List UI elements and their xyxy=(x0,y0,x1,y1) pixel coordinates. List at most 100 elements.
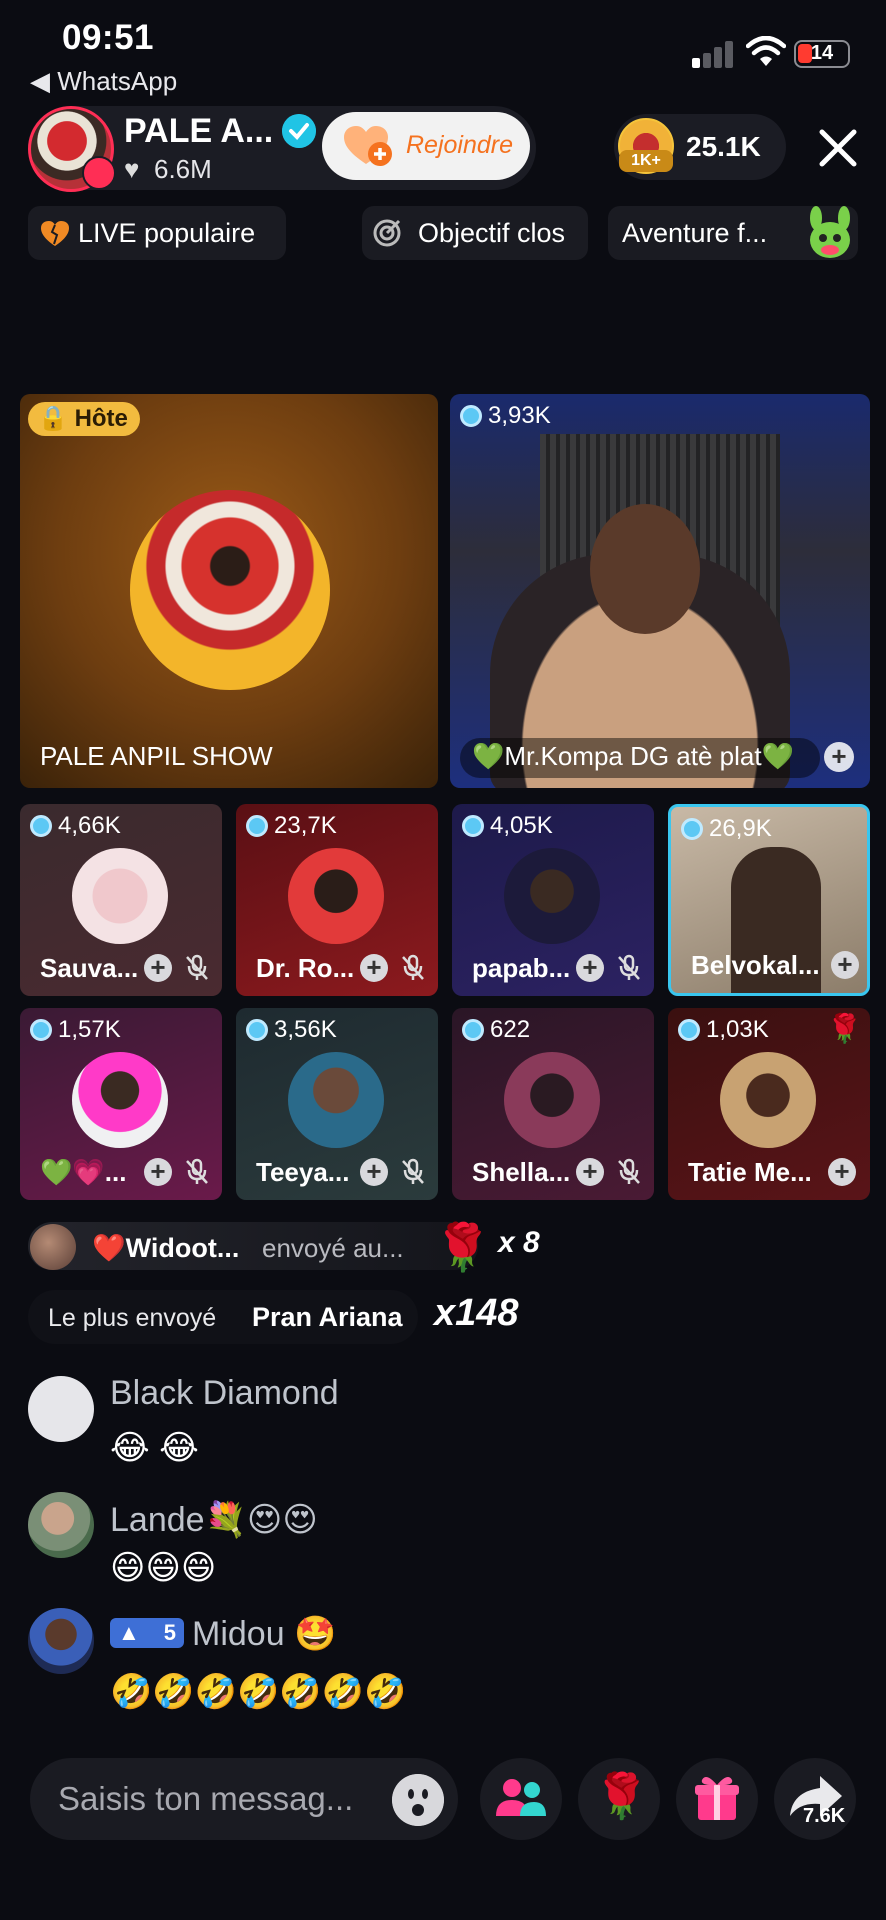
comment-avatar[interactable] xyxy=(28,1376,94,1442)
mic-off-icon xyxy=(82,156,116,190)
host-name[interactable]: PALE A... xyxy=(124,112,273,151)
gift-action: envoyé au... xyxy=(262,1233,404,1263)
comment-author[interactable]: Black Diamond xyxy=(110,1374,339,1413)
guest-avatar[interactable] xyxy=(288,1052,384,1148)
host-tile[interactable]: 🔒 Hôte PALE ANPIL SHOW xyxy=(20,394,438,788)
add-guest-icon[interactable]: + xyxy=(831,951,859,979)
live-popular-chip[interactable]: LIVE populaire xyxy=(28,206,286,260)
rose-gift-button[interactable]: 🌹 xyxy=(578,1758,660,1840)
guest-tile[interactable]: 1,57K 💚💗... + xyxy=(20,1008,222,1200)
guest-name: Tatie Me... xyxy=(688,1157,812,1187)
guest-tile[interactable]: 1,03K 🌹 Tatie Me... + xyxy=(668,1008,870,1200)
close-icon[interactable] xyxy=(814,124,862,172)
diamond-icon xyxy=(681,818,703,840)
comment-author[interactable]: Lande💐😍😍 xyxy=(110,1500,318,1540)
host-big-avatar[interactable] xyxy=(130,490,330,690)
guest-avatar[interactable] xyxy=(72,848,168,944)
goal-label: Objectif clos xyxy=(418,218,566,248)
guest-tile[interactable]: 26,9K Belvokal... + xyxy=(668,804,870,996)
top-sent-label: Le plus envoyé xyxy=(48,1304,217,1332)
emoji-icon[interactable] xyxy=(392,1774,444,1826)
viewer-count[interactable]: 25.1K xyxy=(686,131,761,163)
guest-count: 4,66K xyxy=(30,812,121,840)
share-count: 7.6K xyxy=(803,1805,846,1827)
rose-icon: 🌹 xyxy=(434,1221,492,1273)
mic-off-icon xyxy=(402,954,424,980)
featured-count-value: 3,93K xyxy=(488,402,551,429)
add-guest-icon[interactable]: + xyxy=(144,1158,172,1186)
live-popular-label: LIVE populaire xyxy=(78,218,256,248)
mic-off-icon xyxy=(186,1158,208,1184)
guest-tile[interactable]: 23,7K Dr. Ro... + xyxy=(236,804,438,996)
level-badge: ▲ 5 xyxy=(110,1618,184,1648)
add-guest-icon[interactable]: + xyxy=(576,1158,604,1186)
wifi-icon xyxy=(746,36,786,66)
add-guest-button[interactable]: + xyxy=(824,742,854,772)
guest-tile[interactable]: 3,56K Teeya... + xyxy=(236,1008,438,1200)
add-guest-icon[interactable]: + xyxy=(144,954,172,982)
comment-text: 😄😄😄 xyxy=(110,1549,217,1587)
top-sent-multiplier: x148 xyxy=(434,1292,519,1334)
diamond-icon xyxy=(462,815,484,837)
host-tag: 🔒 Hôte xyxy=(28,402,140,436)
diamond-icon xyxy=(460,405,482,427)
host-tag-label: Hôte xyxy=(74,405,128,432)
guest-tile[interactable]: 622 Shella... + xyxy=(452,1008,654,1200)
guest-count-value: 4,66K xyxy=(58,812,121,839)
guest-count-value: 3,56K xyxy=(274,1016,337,1043)
guest-count-value: 1,03K xyxy=(706,1016,769,1043)
level-value: 5 xyxy=(163,1620,176,1645)
battery-icon: 14 xyxy=(794,40,850,68)
guest-count-value: 622 xyxy=(490,1016,531,1043)
guest-tile[interactable]: 4,05K papab... + xyxy=(452,804,654,996)
guest-name: Teeya... xyxy=(256,1157,350,1187)
mic-off-icon xyxy=(618,954,640,980)
featured-count: 3,93K xyxy=(460,402,551,430)
join-heart-icon xyxy=(344,126,392,166)
guest-tile[interactable]: 4,66K Sauva... + xyxy=(20,804,222,996)
guest-name: papab... xyxy=(472,953,571,983)
featured-guest-tile[interactable]: 3,93K 💚Mr.Kompa DG atè plat💚 + xyxy=(450,394,870,788)
comment-text: 😂 😂 xyxy=(110,1429,199,1467)
add-guest-icon[interactable]: + xyxy=(360,1158,388,1186)
mic-off-icon xyxy=(186,954,208,980)
diamond-icon xyxy=(462,1019,484,1041)
add-guest-icon[interactable]: + xyxy=(360,954,388,982)
gift-icon xyxy=(695,1776,739,1820)
top-sent-name: Pran Ariana xyxy=(252,1302,403,1332)
guest-avatar[interactable] xyxy=(288,848,384,944)
guest-count: 1,57K xyxy=(30,1016,121,1044)
comment-author[interactable]: Midou 🤩 xyxy=(192,1614,336,1654)
diamond-icon xyxy=(30,1019,52,1041)
guest-avatar[interactable] xyxy=(504,848,600,944)
gift-button[interactable] xyxy=(676,1758,758,1840)
featured-name: 💚Mr.Kompa DG atè plat💚 xyxy=(472,741,794,771)
diamond-icon xyxy=(678,1019,700,1041)
guest-name: Shella... xyxy=(472,1157,571,1187)
add-guest-icon[interactable]: + xyxy=(576,954,604,982)
guest-avatar[interactable] xyxy=(72,1052,168,1148)
diamond-icon xyxy=(30,815,52,837)
guest-count: 4,05K xyxy=(462,812,553,840)
gift-sender-avatar[interactable] xyxy=(30,1224,76,1270)
guest-name: 💚💗... xyxy=(40,1157,127,1187)
add-guest-icon[interactable]: + xyxy=(828,1158,856,1186)
guest-avatar[interactable] xyxy=(720,1052,816,1148)
gift-sender-name[interactable]: ❤️Widoot... xyxy=(92,1232,239,1264)
target-icon xyxy=(373,219,401,247)
comment-text: 🤣🤣🤣🤣🤣🤣🤣 xyxy=(110,1673,407,1711)
viewer-badge: 1K+ xyxy=(619,150,673,172)
back-to-whatsapp[interactable]: ◀ WhatsApp xyxy=(30,66,177,97)
comment-avatar[interactable] xyxy=(28,1608,94,1674)
guest-count-value: 1,57K xyxy=(58,1016,121,1043)
rose-icon: 🌹 xyxy=(827,1013,862,1044)
guest-count-value: 23,7K xyxy=(274,812,337,839)
comment-avatar[interactable] xyxy=(28,1492,94,1558)
goal-chip[interactable]: Objectif clos xyxy=(362,206,588,260)
join-label[interactable]: Rejoindre xyxy=(406,131,513,160)
adventure-chip[interactable]: Aventure f... xyxy=(608,206,858,260)
gift-multiplier: x 8 xyxy=(498,1226,540,1259)
guests-button[interactable] xyxy=(480,1758,562,1840)
guest-avatar[interactable] xyxy=(504,1052,600,1148)
rose-icon: 🌹 xyxy=(594,1772,649,1821)
